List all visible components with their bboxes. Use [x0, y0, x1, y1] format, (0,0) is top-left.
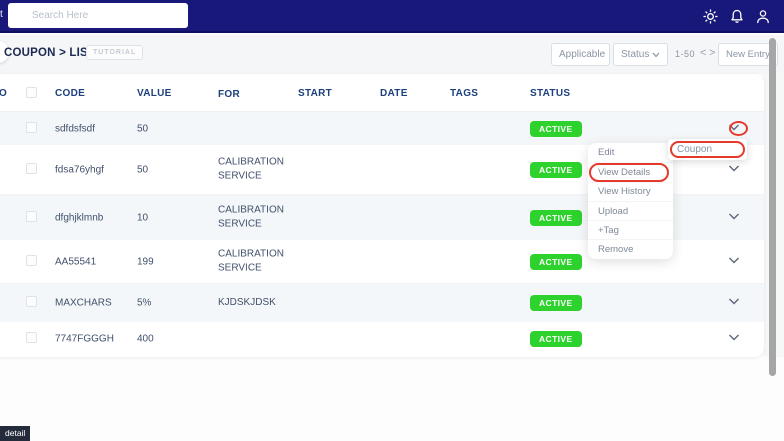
row-checkbox[interactable]: [26, 254, 37, 269]
coupon-tooltip: Coupon: [668, 139, 747, 160]
status-badge: ACTIVE: [530, 120, 582, 137]
coupon-value: 50: [137, 123, 149, 134]
pagination-range: 1-50: [675, 49, 696, 59]
vertical-scrollbar[interactable]: [769, 38, 776, 376]
search-box[interactable]: [8, 3, 188, 28]
coupon-value: 199: [137, 256, 154, 267]
row-checkbox[interactable]: [26, 332, 37, 346]
col-header-value: VALUE: [137, 88, 172, 99]
coupon-tooltip-label: Coupon: [677, 144, 713, 155]
navbar-icons: [703, 9, 770, 24]
menu-item-view-details[interactable]: View Details: [588, 162, 673, 181]
table-row: MAXCHARS 5% KJDSKJDSK ACTIVE: [0, 284, 764, 322]
status-bar-link-preview: detail: [0, 426, 31, 441]
row-checkbox[interactable]: [26, 121, 37, 136]
status-badge: ACTIVE: [530, 331, 582, 347]
coupon-code: MAXCHARS: [55, 297, 112, 309]
select-all-checkbox[interactable]: [26, 87, 37, 101]
row-expand-chevron-icon[interactable]: [728, 164, 740, 175]
menu-item-view-history[interactable]: View History: [588, 181, 673, 201]
account-icon[interactable]: [756, 9, 770, 24]
row-checkbox[interactable]: [26, 210, 37, 225]
tutorial-badge[interactable]: TUTORIAL: [86, 45, 144, 60]
status-badge: ACTIVE: [530, 209, 582, 226]
col-header-tags: TAGS: [450, 88, 479, 99]
col-header-date: DATE: [380, 88, 408, 99]
col-header-code: CODE: [55, 88, 86, 99]
coupon-value: 50: [137, 164, 149, 175]
status-filter-select[interactable]: Status: [613, 43, 668, 66]
coupon-for: KJDSKJDSK: [218, 296, 276, 308]
row-expand-chevron-icon[interactable]: [728, 334, 740, 345]
pagination-next-icon[interactable]: >: [709, 47, 715, 59]
status-badge: ACTIVE: [530, 253, 582, 270]
coupon-for: CALIBRATION SERVICE: [218, 204, 284, 230]
menu-item-upload[interactable]: Upload: [588, 200, 673, 220]
menu-item-add-tag[interactable]: +Tag: [588, 220, 673, 239]
coupon-value: 5%: [137, 297, 152, 309]
menu-item-remove[interactable]: Remove: [588, 239, 673, 258]
status-badge: ACTIVE: [530, 295, 582, 311]
col-header-no: O: [0, 88, 8, 99]
menu-item-edit[interactable]: Edit: [588, 143, 673, 162]
table-header-row: O CODE VALUE FOR START DATE TAGS STATUS: [0, 74, 764, 112]
search-input[interactable]: [8, 3, 188, 28]
coupon-code: sdfdsfsdf: [55, 123, 96, 134]
notifications-icon[interactable]: [730, 9, 744, 24]
coupon-value: 400: [137, 333, 154, 345]
coupon-code: dfghjklmnb: [55, 212, 104, 223]
table-row: sdfdsfsdf 50 ACTIVE: [0, 112, 764, 145]
coupon-code: AA55541: [55, 256, 97, 267]
chevron-down-icon: [652, 52, 660, 57]
settings-icon[interactable]: [703, 9, 718, 24]
status-filter-label: Status: [621, 49, 650, 60]
coupon-code: fdsa76yhgf: [55, 164, 104, 175]
row-checkbox[interactable]: [26, 296, 37, 310]
pagination-prev-icon[interactable]: <: [700, 47, 706, 59]
row-checkbox[interactable]: [26, 162, 37, 177]
top-navbar: t: [0, 0, 784, 33]
row-expand-chevron-icon[interactable]: [728, 123, 740, 134]
status-badge: ACTIVE: [530, 161, 582, 178]
coupon-for: CALIBRATION SERVICE: [218, 156, 284, 182]
applicable-filter-select[interactable]: Applicable: [551, 43, 610, 66]
coupon-value: 10: [137, 212, 149, 223]
row-expand-chevron-icon[interactable]: [728, 256, 740, 267]
row-expand-chevron-icon[interactable]: [728, 212, 740, 223]
navbar-cut-text: t: [0, 9, 3, 20]
row-expand-chevron-icon[interactable]: [728, 298, 740, 309]
col-header-start: START: [298, 88, 333, 99]
coupon-code: 7747FGGGH: [55, 333, 114, 345]
col-header-status: STATUS: [530, 88, 571, 99]
row-context-menu: Edit View Details View History Upload +T…: [588, 143, 673, 259]
table-row: 7747FGGGH 400 ACTIVE: [0, 322, 764, 356]
coupon-for: CALIBRATION SERVICE: [218, 248, 284, 274]
applicable-filter-label: Applicable: [559, 49, 606, 60]
col-header-for: FOR: [218, 89, 241, 100]
